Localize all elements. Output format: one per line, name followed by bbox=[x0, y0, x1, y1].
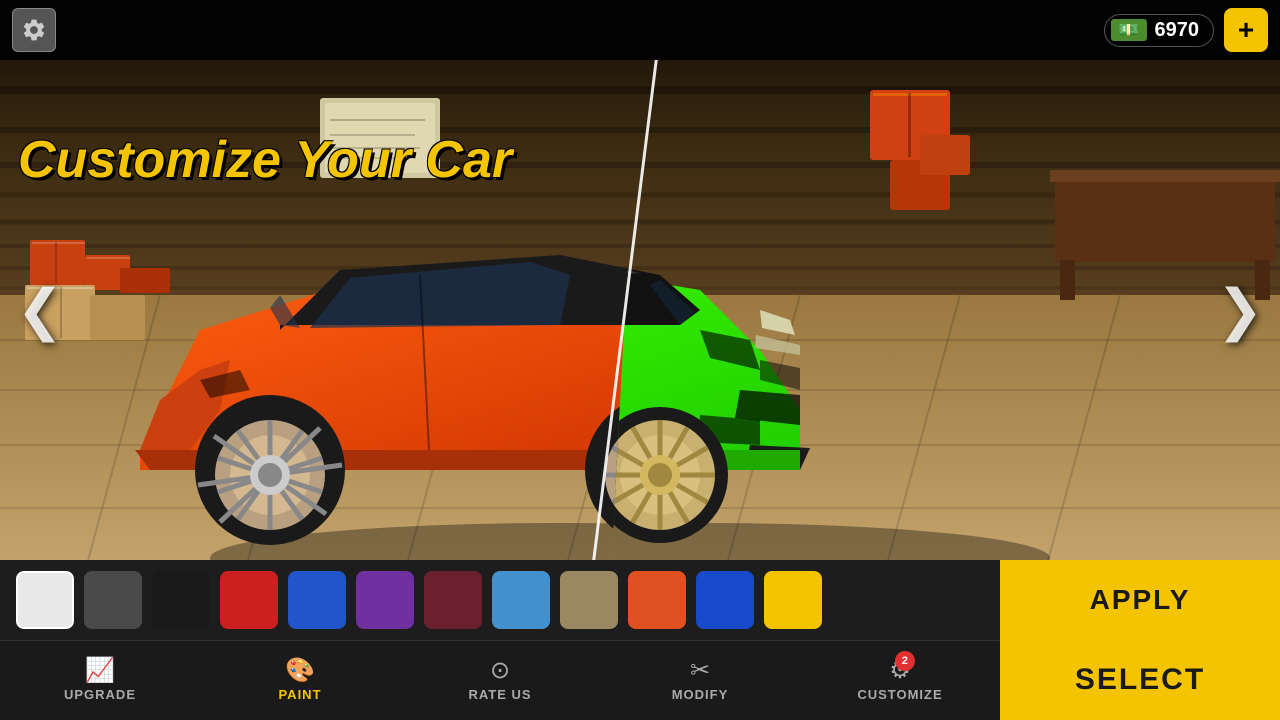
upgrade-label: UPGRADE bbox=[64, 687, 136, 702]
add-currency-button[interactable]: + bbox=[1224, 8, 1268, 52]
nav-right-arrow[interactable]: ❯ bbox=[1210, 270, 1270, 350]
color-swatch-orange[interactable] bbox=[628, 571, 686, 629]
customize-badge: 2 bbox=[895, 651, 915, 671]
rate-label: RATE US bbox=[468, 687, 531, 702]
color-swatch-bar bbox=[0, 560, 1000, 640]
color-swatch-yellow[interactable] bbox=[764, 571, 822, 629]
paint-label: PAINT bbox=[278, 687, 321, 702]
nav-item-modify[interactable]: ✂ MODIFY bbox=[600, 651, 800, 710]
color-swatch-darkgray[interactable] bbox=[84, 571, 142, 629]
bottom-nav: 📈UPGRADE🎨PAINT⊙RATE US✂MODIFY⚙2CUSTOMIZE bbox=[0, 640, 1000, 720]
rate-icon: ⊙ bbox=[490, 657, 510, 684]
apply-button-label: APPLY bbox=[1090, 584, 1191, 616]
color-swatch-black[interactable] bbox=[152, 571, 210, 629]
nav-item-upgrade[interactable]: 📈 UPGRADE bbox=[0, 651, 200, 710]
top-bar: 💵 6970 + bbox=[0, 0, 1280, 60]
settings-button[interactable] bbox=[12, 8, 56, 52]
money-icon: 💵 bbox=[1111, 19, 1147, 41]
select-button-label: SELECT bbox=[1075, 663, 1205, 697]
nav-item-paint[interactable]: 🎨 PAINT bbox=[200, 651, 400, 710]
color-swatch-tan[interactable] bbox=[560, 571, 618, 629]
currency-display: 💵 6970 bbox=[1104, 14, 1215, 47]
nav-item-customize[interactable]: ⚙2CUSTOMIZE bbox=[800, 651, 1000, 710]
modify-label: MODIFY bbox=[672, 687, 729, 702]
paint-icon: 🎨 bbox=[285, 657, 315, 684]
select-button[interactable]: SELECT bbox=[1000, 640, 1280, 720]
car-viewport: Customize Your Car ❮ ❯ bbox=[0, 60, 1280, 560]
currency-area: 💵 6970 + bbox=[1104, 8, 1269, 52]
color-swatch-maroon[interactable] bbox=[424, 571, 482, 629]
color-swatch-blue[interactable] bbox=[288, 571, 346, 629]
upgrade-icon: 📈 bbox=[85, 657, 115, 684]
modify-icon: ✂ bbox=[690, 657, 710, 684]
color-swatch-purple[interactable] bbox=[356, 571, 414, 629]
apply-button[interactable]: APPLY bbox=[1000, 560, 1280, 640]
nav-item-rate[interactable]: ⊙ RATE US bbox=[400, 651, 600, 710]
color-swatch-skyblue[interactable] bbox=[492, 571, 550, 629]
nav-left-arrow[interactable]: ❮ bbox=[10, 270, 70, 350]
page-title: Customize Your Car bbox=[18, 130, 512, 190]
color-swatch-cobalt[interactable] bbox=[696, 571, 754, 629]
currency-amount: 6970 bbox=[1155, 19, 1200, 42]
color-swatch-white[interactable] bbox=[16, 571, 74, 629]
customize-label: CUSTOMIZE bbox=[857, 687, 942, 702]
color-swatch-red[interactable] bbox=[220, 571, 278, 629]
